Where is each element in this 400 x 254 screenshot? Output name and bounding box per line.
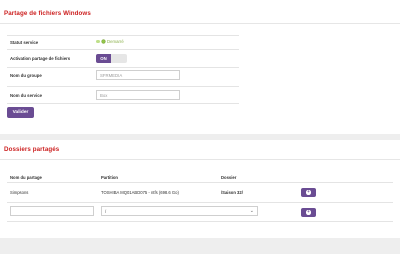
service-input[interactable]: Box [96,90,180,100]
share-row-action-button[interactable]: + [301,188,316,197]
file-sharing-title: Partage de fichiers Windows [4,10,91,17]
row-divider [7,49,239,50]
service-label: Nom du service [10,93,43,98]
plus-circle-icon: + [306,209,311,215]
new-share-partition-select[interactable]: / ⌄ [101,206,258,216]
column-header-partition: Partition [101,175,118,180]
status-label: Statut service [10,40,39,45]
new-share-name-input[interactable] [10,206,94,216]
toggle-off-area [111,54,127,63]
shared-folders-panel: Dossiers partagés [0,140,400,238]
divider [0,159,400,160]
column-header-folder: Dossier [221,175,237,180]
submit-button[interactable]: Valider [7,107,34,118]
row-divider [7,86,239,87]
select-value: / [105,208,107,214]
share-partition-cell: TOSHIBA MQ01ABD075 - ntfs (698.6 Go) [101,190,179,195]
row-divider [7,182,393,183]
sharing-toggle[interactable]: ON [96,54,127,63]
row-divider [7,202,393,203]
row-divider [7,35,239,36]
status-dot-icon [96,39,100,44]
row-divider [7,103,239,104]
row-divider [7,221,393,222]
group-input[interactable]: SFRMEDIA [96,70,180,80]
shared-folders-title: Dossiers partagés [4,146,60,153]
status-value: Demarré [107,39,124,44]
group-label: Nom du groupe [10,73,42,78]
column-header-name: Nom du partage [10,175,42,180]
plus-circle-icon: + [306,189,311,195]
activation-label: Activation partage de fichiers [10,56,71,61]
status-dot-active-icon [101,39,105,44]
row-divider [7,67,239,68]
chevron-down-icon: ⌄ [249,208,254,214]
share-name-cell: Simpsons [10,190,29,195]
divider [0,23,400,24]
file-sharing-panel: Partage de fichiers Windows Statut servi… [0,0,400,134]
add-share-button[interactable]: + [301,208,316,217]
share-folder-cell: /Saison 32/ [221,190,243,195]
toggle-on-label: ON [96,54,111,63]
service-status: Demarré [96,39,124,44]
